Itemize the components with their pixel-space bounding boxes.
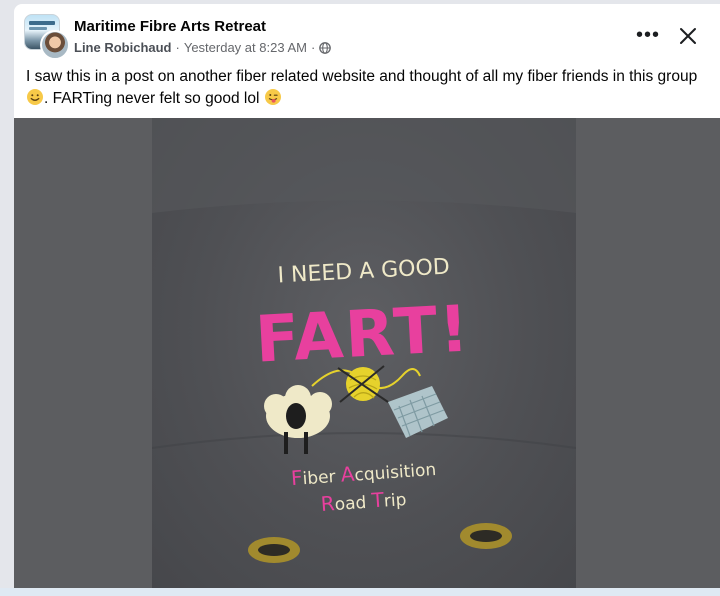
embroidery-line2: FART! [254,292,473,377]
line4a-rest: oad [334,492,372,515]
globe-icon[interactable] [319,41,332,54]
post-body-part2: . FARTing never felt so good lol [44,90,260,107]
smiling-face-emoji [27,89,43,105]
line3a-rest: iber [302,467,342,490]
post-card: Maritime Fibre Arts Retreat Line Robicha… [14,4,720,588]
sheep-icon [264,385,332,454]
author-link[interactable]: Line Robichaud [74,40,172,55]
user-avatar[interactable] [40,30,70,60]
line4b-rest: rip [383,490,407,512]
group-avatar-banner-line [29,27,47,30]
post-photo[interactable]: I NEED A GOOD FART! Fiber Acquisition Ro… [152,118,576,588]
embroidered-bag-image: I NEED A GOOD FART! Fiber Acquisition Ro… [152,118,576,563]
group-avatar-banner [29,21,55,25]
grommet-left [248,537,300,563]
post-text: I saw this in a post on another fiber re… [26,66,706,110]
close-icon[interactable] [678,26,698,46]
embroidery-line4: Road Trip [320,486,407,516]
embroidery-line3: Fiber Acquisition [290,456,437,490]
post-media[interactable]: I NEED A GOOD FART! Fiber Acquisition Ro… [14,118,720,588]
avatar-stack[interactable] [24,14,70,60]
more-options-icon[interactable]: ••• [636,25,660,45]
bottom-strip [0,588,720,596]
group-name-link[interactable]: Maritime Fibre Arts Retreat [74,18,266,35]
post-body-part1: I saw this in a post on another fiber re… [26,68,698,85]
timestamp-link[interactable]: Yesterday at 8:23 AM [184,40,307,55]
post-meta: Line Robichaud · Yesterday at 8:23 AM · [74,40,332,55]
grommet-right [460,523,512,549]
winking-tongue-emoji [264,89,281,105]
embroidery-line1: I NEED A GOOD [277,255,450,289]
knitted-swatch-icon [388,386,448,438]
meta-separator: · [310,40,316,55]
meta-separator: · [175,40,180,55]
post-header: Maritime Fibre Arts Retreat Line Robicha… [24,14,720,66]
line3b-rest: cquisition [354,460,437,486]
